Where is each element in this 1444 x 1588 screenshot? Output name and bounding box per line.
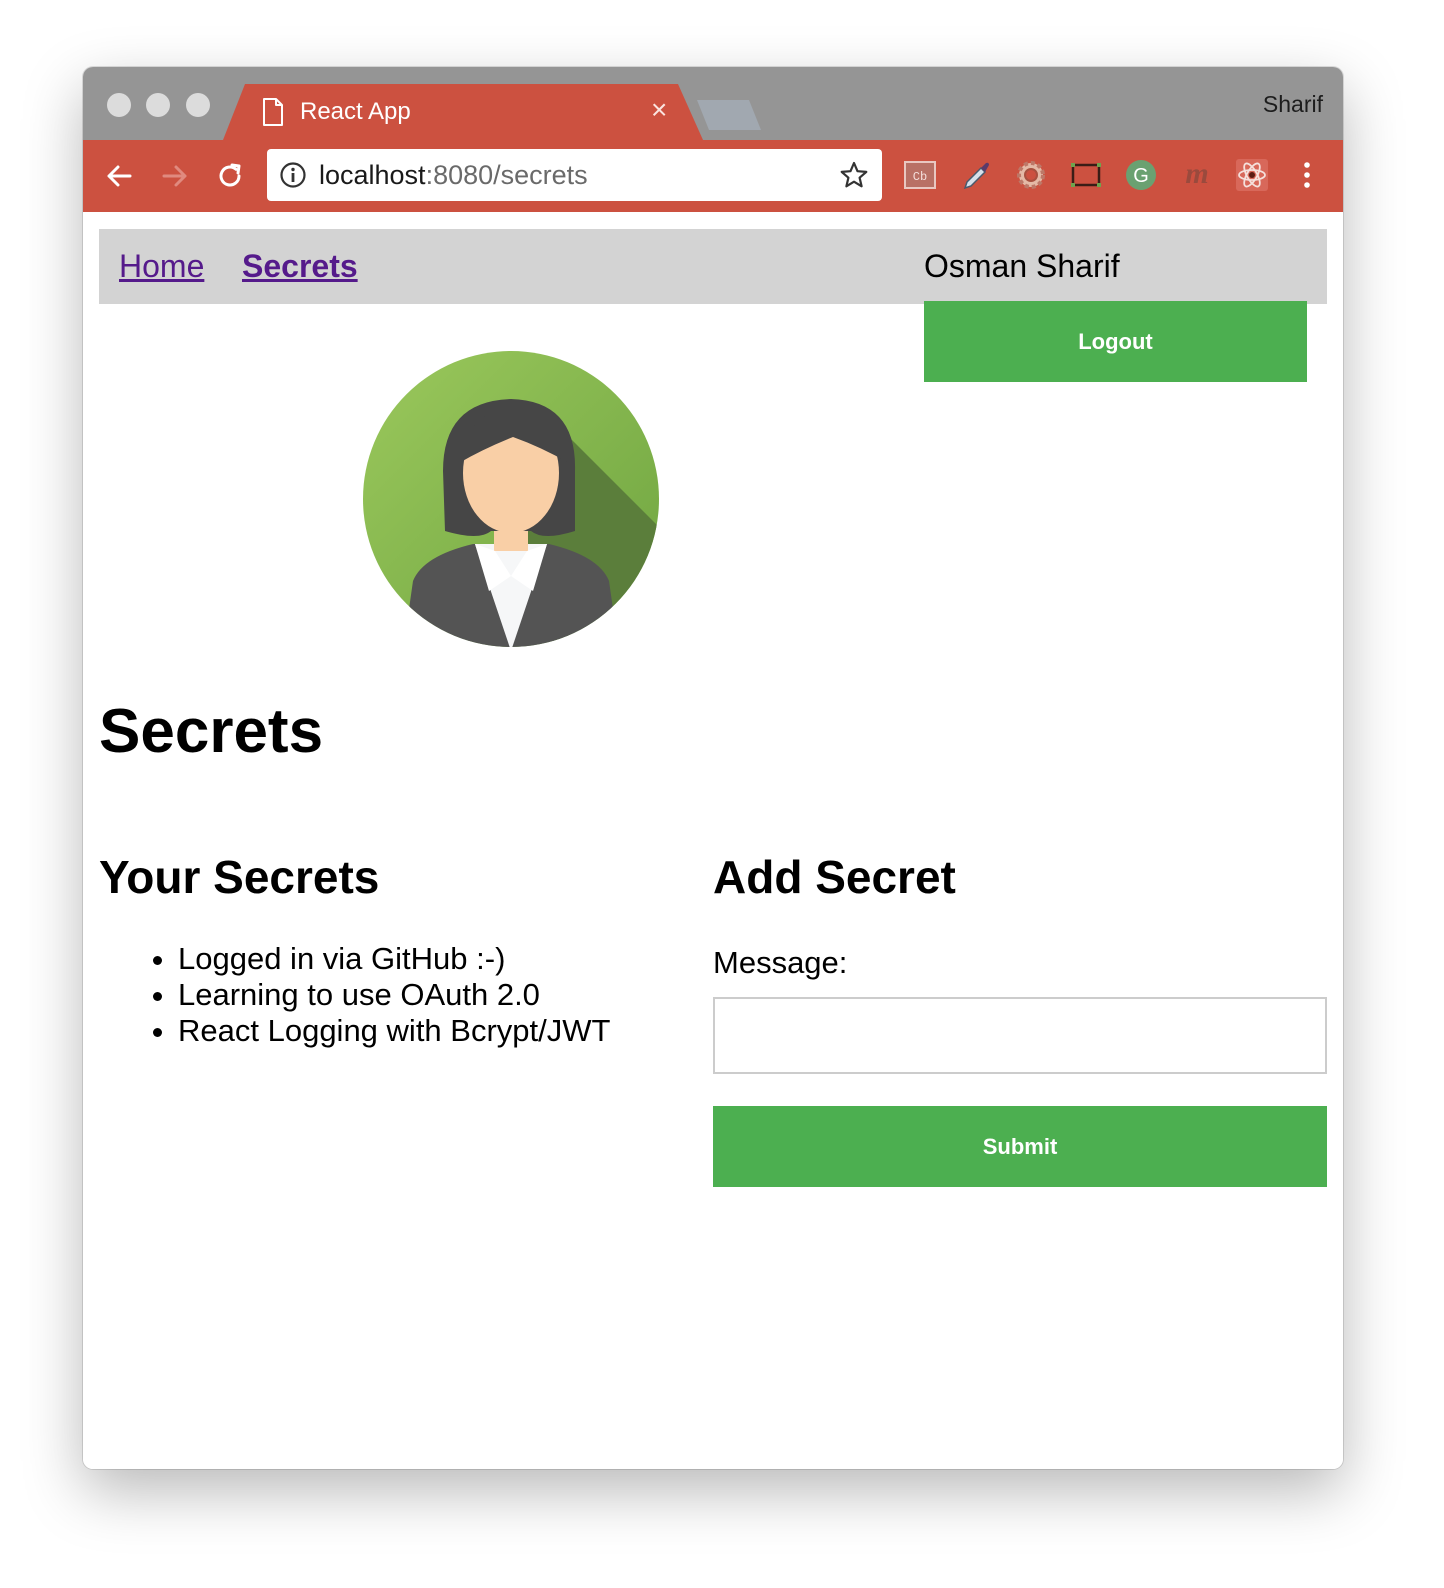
react-devtools-icon[interactable] [1235, 158, 1269, 192]
list-item: Learning to use OAuth 2.0 [178, 977, 610, 1013]
tab-react-app[interactable]: React App × [223, 84, 703, 140]
close-window-button[interactable] [107, 93, 131, 117]
browser-window: React App × Sharif localhost:8080/secret… [83, 67, 1343, 1469]
secrets-list: Logged in via GitHub :-) Learning to use… [138, 941, 610, 1049]
nav-home-link[interactable]: Home [119, 247, 204, 285]
colorzilla-cb-icon[interactable]: Cb [903, 158, 937, 192]
more-menu-icon[interactable] [1290, 158, 1324, 192]
new-tab-button[interactable] [697, 100, 761, 130]
nav-secrets-link[interactable]: Secrets [242, 247, 358, 285]
title-bar: React App × Sharif [83, 67, 1343, 140]
app-navbar: Home Secrets Osman Sharif [99, 229, 1327, 304]
tab-close-icon[interactable]: × [651, 95, 667, 125]
page-title: Secrets [99, 697, 324, 766]
zoom-window-button[interactable] [186, 93, 210, 117]
svg-text:Cb: Cb [913, 170, 927, 184]
user-avatar [363, 351, 659, 647]
eyedropper-icon[interactable] [959, 158, 993, 192]
document-icon [263, 98, 283, 126]
svg-text:m: m [1185, 158, 1208, 190]
grammarly-icon[interactable]: G [1124, 158, 1158, 192]
bookmark-star-icon[interactable] [839, 160, 869, 190]
settings-gear-icon[interactable] [1014, 158, 1048, 192]
profile-name[interactable]: Sharif [1263, 91, 1323, 118]
window-resize-icon[interactable] [1069, 158, 1103, 192]
url-host: localhost [319, 160, 426, 190]
address-bar[interactable]: localhost:8080/secrets [267, 149, 882, 201]
info-icon[interactable] [279, 161, 307, 189]
message-input[interactable] [713, 997, 1327, 1074]
list-item: Logged in via GitHub :-) [178, 941, 610, 977]
reload-icon[interactable] [214, 160, 246, 192]
forward-arrow-icon[interactable] [159, 160, 191, 192]
message-label: Message: [713, 945, 848, 980]
logout-button[interactable]: Logout [924, 301, 1307, 382]
submit-button[interactable]: Submit [713, 1106, 1327, 1187]
minimize-window-button[interactable] [146, 93, 170, 117]
tab-title: React App [300, 98, 411, 125]
url-text[interactable]: localhost:8080/secrets [319, 159, 588, 191]
back-arrow-icon[interactable] [103, 160, 135, 192]
username: Osman Sharif [924, 248, 1120, 284]
m-extension-icon[interactable]: m [1180, 158, 1214, 192]
url-path: :8080/secrets [425, 160, 588, 190]
page-content: Home Secrets Osman Sharif Logout Secrets… [83, 213, 1343, 1469]
add-secret-heading: Add Secret [713, 851, 956, 903]
list-item: React Logging with Bcrypt/JWT [178, 1013, 610, 1049]
browser-toolbar: localhost:8080/secrets Cb G m [83, 140, 1343, 212]
your-secrets-heading: Your Secrets [99, 851, 380, 903]
svg-text:G: G [1133, 165, 1149, 187]
